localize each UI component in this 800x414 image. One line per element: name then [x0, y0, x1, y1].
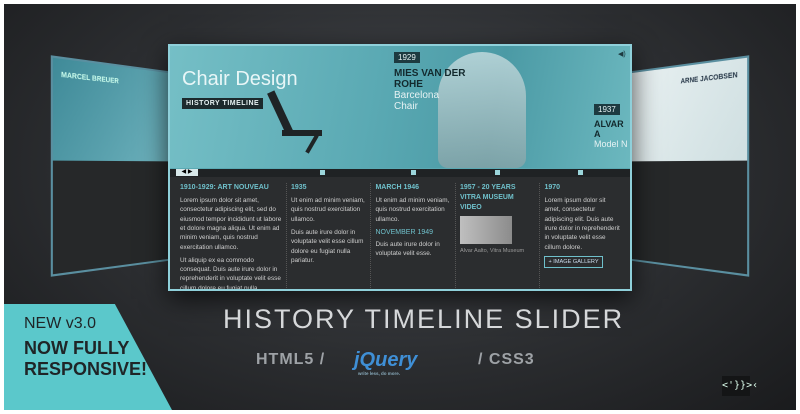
entry-heading: 1910-1929: ART NOUVEAU: [180, 184, 269, 191]
responsive-line: RESPONSIVE!: [24, 359, 148, 379]
brand-logo: <'}}>‹: [722, 376, 758, 396]
version-label: NEW v3.0: [24, 315, 97, 332]
timeline-columns: 1910-1929: ART NOUVEAU Lorem ipsum dolor…: [170, 177, 630, 291]
year-label: 1929: [394, 52, 420, 63]
side-slide-left[interactable]: MARCEL BREUER: [50, 55, 170, 277]
entry-text: Ut aliquip ex ea commodo consequat. Duis…: [180, 256, 281, 291]
person-sub: Model N: [594, 139, 628, 149]
jquery-tagline: write less, do more.: [358, 371, 401, 376]
person-sub: Chair: [394, 101, 418, 112]
hero-panel: Chair Design HISTORY TIMELINE 1929 MIES …: [170, 46, 630, 168]
main-slide[interactable]: Chair Design HISTORY TIMELINE 1929 MIES …: [168, 44, 632, 291]
side-slide-right[interactable]: ARNE JACOBSEN: [630, 55, 750, 277]
entry-heading: 1970: [544, 184, 561, 191]
person-sub: Barcelona: [394, 90, 440, 101]
video-thumbnail[interactable]: [459, 216, 512, 245]
volume-icon[interactable]: ◀): [618, 50, 626, 58]
side-slide-text: [53, 161, 168, 184]
person-label: ALVAR A Model N: [594, 119, 630, 149]
tech-css3: / CSS3: [478, 351, 535, 368]
jquery-logo: jQuery write less, do more.: [354, 349, 418, 376]
jquery-text: jQuery: [354, 349, 418, 371]
banner: MARCEL BREUER ARNE JACOBSEN Chair Design…: [4, 4, 796, 410]
timeline-entry: 1910-1929: ART NOUVEAU Lorem ipsum dolor…: [176, 183, 287, 291]
entry-text: Duis aute irure dolor in voluptate velit…: [375, 241, 440, 258]
promo-ribbon: NEW v3.0 NOW FULLY RESPONSIVE!: [4, 304, 172, 410]
product-title: HISTORY TIMELINE SLIDER: [223, 304, 625, 334]
responsive-label: NOW FULLY RESPONSIVE!: [24, 338, 147, 380]
timeline-entry: MARCH 1946 Ut enim ad minim veniam, quis…: [371, 183, 456, 289]
entry-text: Ut enim ad minim veniam, quis nostrud ex…: [290, 197, 365, 223]
tech-html5: HTML5 /: [256, 351, 326, 368]
chair-image: [267, 84, 330, 154]
entry-text: Duis aute irure dolor in voluptate velit…: [290, 228, 364, 264]
person-name: ROHE: [394, 79, 423, 90]
person-name: MIES VAN DER: [394, 68, 466, 79]
side-slide-text: [632, 161, 747, 184]
timeline-entry: 1970 Lorem ipsum dolor sit amet, consect…: [540, 183, 624, 289]
entry-subheading: NOVEMBER 1949: [375, 228, 434, 236]
entry-heading: 1957 - 20 YEARS VITRA MUSEUM VIDEO: [459, 184, 516, 212]
entry-heading: MARCH 1946: [375, 184, 420, 191]
image-gallery-button[interactable]: + IMAGE GALLERY: [544, 255, 603, 268]
timeline-marker[interactable]: [578, 170, 583, 175]
entry-text: Lorem ipsum dolor sit amet, consectetur …: [544, 197, 620, 251]
timeline-marker[interactable]: [320, 170, 325, 175]
timeline-entry: 1935 Ut enim ad minim veniam, quis nostr…: [287, 183, 372, 289]
timeline-marker[interactable]: [411, 170, 416, 175]
person-label: MIES VAN DER ROHE Barcelona Chair: [394, 68, 466, 112]
timeline-scrubber[interactable]: ◀ ▶: [170, 168, 630, 177]
play-icon[interactable]: ◀ ▶: [176, 169, 198, 176]
person-name: ALVAR A: [594, 119, 624, 139]
responsive-line: NOW FULLY: [24, 338, 130, 358]
entry-caption: Alvar Aalto, Vitra Museum: [459, 248, 525, 255]
timeline-marker[interactable]: [495, 170, 500, 175]
year-label: 1937: [594, 104, 620, 115]
entry-text: Lorem ipsum dolor sit amet, consectetur …: [180, 197, 282, 251]
timeline-entry: 1957 - 20 YEARS VITRA MUSEUM VIDEO Alvar…: [456, 183, 541, 289]
entry-text: Ut enim ad minim veniam, quis nostrud ex…: [375, 197, 450, 223]
entry-heading: 1935: [290, 184, 307, 191]
hero-subtitle: HISTORY TIMELINE: [182, 98, 264, 109]
